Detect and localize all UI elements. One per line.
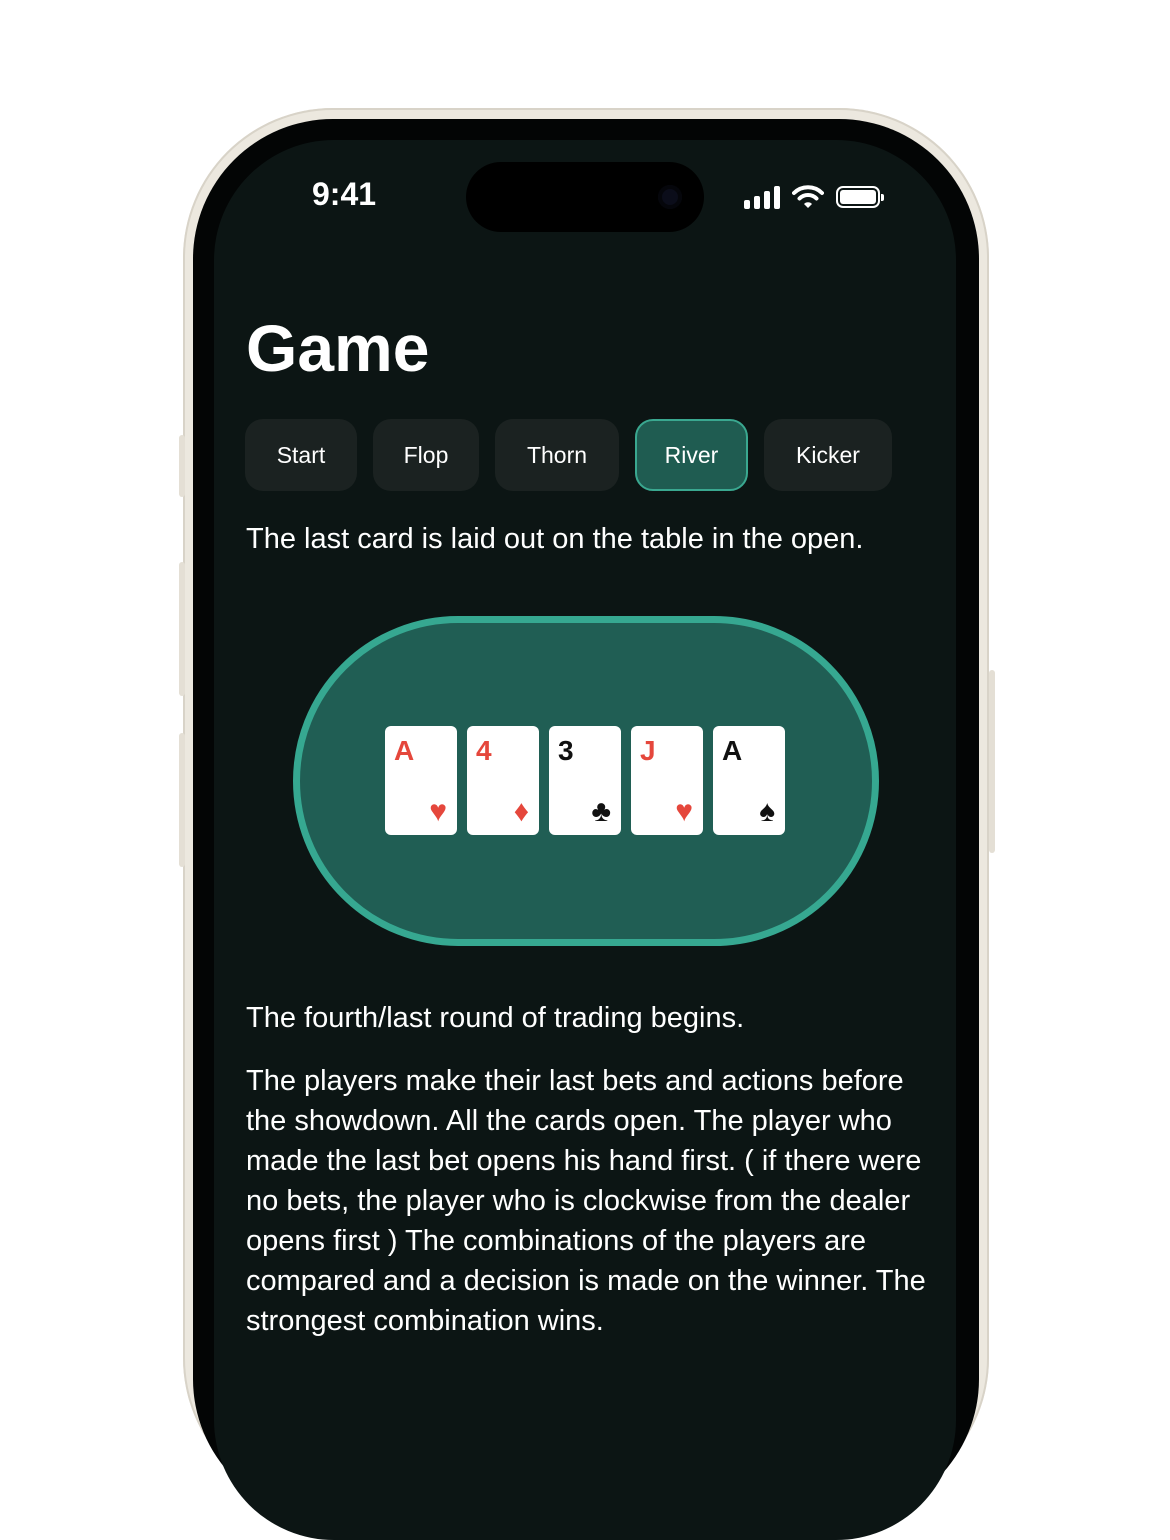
status-time: 9:41 — [312, 176, 377, 212]
power-button — [989, 670, 995, 853]
wifi-icon — [792, 185, 824, 208]
card-rank: J — [640, 735, 656, 766]
card-ace-of-spades: A ♠ — [713, 726, 785, 835]
volume-down-button — [179, 733, 185, 867]
card-rank: A — [394, 735, 415, 766]
card-ace-of-hearts: A ♥ — [385, 726, 457, 835]
card-three-of-clubs: 3 ♣ — [549, 726, 621, 835]
status-icons — [744, 182, 884, 212]
club-icon: ♣ — [591, 795, 611, 828]
heart-icon: ♥ — [675, 795, 693, 828]
card-rank: 4 — [476, 735, 492, 766]
dynamic-island — [466, 162, 704, 232]
page-title: Game — [246, 311, 430, 385]
stage-tabs: Start Flop Thorn River Kicker — [245, 419, 892, 491]
tab-flop[interactable]: Flop — [373, 419, 479, 491]
tab-kicker[interactable]: Kicker — [764, 419, 892, 491]
card-rank: 3 — [558, 735, 574, 766]
action-button — [179, 435, 185, 497]
community-cards: A ♥ 4 ♦ 3 ♣ J ♥ A ♠ — [385, 726, 785, 835]
battery-icon — [836, 186, 884, 208]
card-rank: A — [722, 735, 743, 766]
front-camera-icon — [658, 185, 682, 209]
stage-caption: The last card is laid out on the table i… — [246, 523, 864, 555]
card-four-of-diamonds: 4 ♦ — [467, 726, 539, 835]
round-description-text: The players make their last bets and act… — [246, 1065, 926, 1337]
phone-screen: 9:41 Game Start Flop Thorn River Kicker … — [214, 140, 956, 1540]
card-jack-of-hearts: J ♥ — [631, 726, 703, 835]
diamond-icon: ♦ — [513, 795, 529, 828]
tab-river[interactable]: River — [635, 419, 748, 491]
volume-up-button — [179, 562, 185, 696]
cellular-signal-icon — [744, 185, 780, 209]
heart-icon: ♥ — [429, 795, 447, 828]
round-summary-text: The fourth/last round of trading begins. — [246, 1002, 745, 1034]
tab-thorn[interactable]: Thorn — [495, 419, 619, 491]
tab-start[interactable]: Start — [245, 419, 357, 491]
spade-icon: ♠ — [759, 795, 775, 828]
